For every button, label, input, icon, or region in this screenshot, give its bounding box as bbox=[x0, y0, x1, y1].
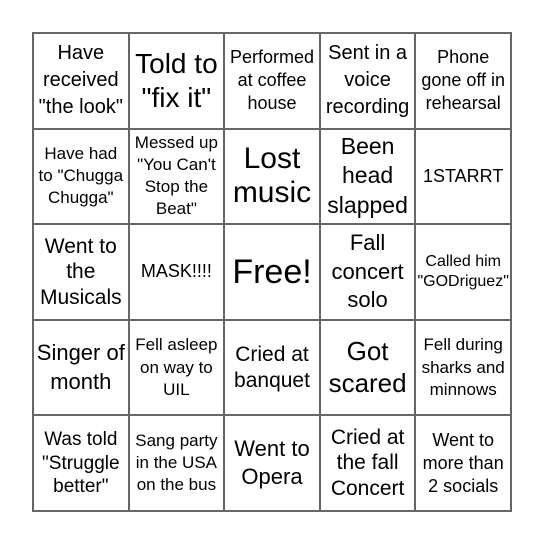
cell-text: Went to Opera bbox=[234, 435, 310, 490]
bingo-cell[interactable]: Singer of month bbox=[33, 319, 129, 416]
bingo-cell[interactable]: Fell during sharks and minnows bbox=[415, 319, 511, 416]
cell-text: Cried at banquet bbox=[234, 342, 310, 392]
bingo-cell[interactable]: Sent in a voice recording bbox=[319, 33, 416, 129]
cell-text: Free! bbox=[232, 252, 312, 291]
bingo-cell[interactable]: Told to "fix it" bbox=[128, 33, 225, 129]
bingo-cell[interactable]: 1STARRT bbox=[415, 128, 511, 225]
bingo-cell[interactable]: Fall concert solo bbox=[319, 224, 416, 320]
cell-text: Performed at coffee house bbox=[229, 47, 315, 114]
cell-text: Fell during sharks and minnows bbox=[421, 335, 505, 399]
cell-text: Phone gone off in rehearsal bbox=[421, 47, 506, 114]
cell-text: Lost music bbox=[232, 141, 312, 210]
cell-text: MASK!!!! bbox=[140, 261, 212, 282]
bingo-cell[interactable]: Performed at coffee house bbox=[224, 33, 320, 129]
bingo-cell[interactable]: Got scared bbox=[319, 319, 416, 416]
bingo-cell[interactable]: Lost music bbox=[224, 128, 320, 225]
bingo-cell[interactable]: Fell asleep on way to UIL bbox=[128, 319, 225, 416]
cell-text: Told to "fix it" bbox=[135, 48, 218, 113]
bingo-cell[interactable]: Called him "GODriguez" bbox=[415, 224, 511, 320]
bingo-cell[interactable]: Have received "the look" bbox=[33, 33, 129, 129]
cell-text: Went to more than 2 socials bbox=[422, 429, 504, 496]
cell-text: 1STARRT bbox=[423, 165, 504, 186]
bingo-cell[interactable]: Went to Opera bbox=[224, 415, 320, 511]
bingo-cell[interactable]: MASK!!!! bbox=[128, 224, 225, 320]
bingo-cell[interactable]: Cried at banquet bbox=[224, 319, 320, 416]
bingo-cell[interactable]: Was told "Struggle better" bbox=[33, 415, 129, 511]
cell-text: Called him "GODriguez" bbox=[417, 252, 509, 290]
cell-text: Have had to "Chugga Chugga" bbox=[38, 144, 124, 208]
cell-text: Been head slapped bbox=[327, 132, 408, 219]
cell-text: Singer of month bbox=[36, 340, 125, 394]
bingo-cell[interactable]: Went to the Musicals bbox=[33, 224, 129, 320]
bingo-cell[interactable]: Been head slapped bbox=[319, 128, 416, 225]
cell-text: Cried at the fall Concert bbox=[330, 425, 405, 500]
bingo-cell[interactable]: Sang party in the USA on the bus bbox=[128, 415, 225, 511]
cell-text: Was told "Struggle better" bbox=[42, 429, 120, 497]
cell-text: Fell asleep on way to UIL bbox=[135, 335, 218, 399]
cell-text: Fall concert solo bbox=[331, 230, 404, 313]
cell-text: Messed up "You Can't Stop the Beat" bbox=[134, 133, 218, 219]
bingo-cell[interactable]: Phone gone off in rehearsal bbox=[415, 33, 511, 129]
cell-text: Sent in a voice recording bbox=[325, 42, 410, 119]
bingo-cell[interactable]: Messed up "You Can't Stop the Beat" bbox=[128, 128, 225, 225]
bingo-cell[interactable]: Went to more than 2 socials bbox=[415, 415, 511, 511]
cell-text: Have received "the look" bbox=[38, 42, 123, 119]
bingo-cell[interactable]: Cried at the fall Concert bbox=[319, 415, 416, 511]
cell-text: Sang party in the USA on the bus bbox=[135, 431, 218, 495]
bingo-cell-free-space[interactable]: Free! bbox=[224, 224, 320, 320]
cell-text: Got scared bbox=[328, 336, 407, 398]
cell-text: Went to the Musicals bbox=[39, 234, 122, 309]
bingo-cell[interactable]: Have had to "Chugga Chugga" bbox=[33, 128, 129, 225]
bingo-board: Have received "the look" Told to "fix it… bbox=[32, 32, 512, 512]
